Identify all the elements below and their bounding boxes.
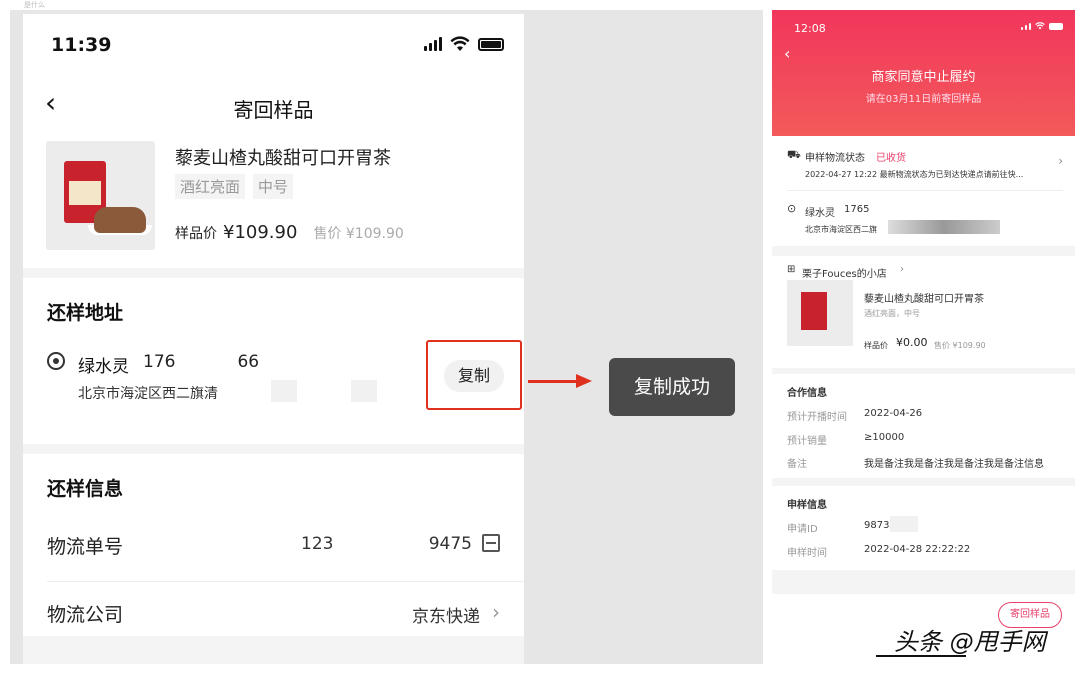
row-label: 申请ID	[787, 524, 818, 535]
signal-icon	[424, 37, 442, 51]
wifi-icon	[1035, 22, 1045, 30]
logistics-detail: 2022-04-27 12:22 最新物流状态为已到达快递点请前往快...	[805, 170, 1024, 179]
chevron-right-icon: ›	[492, 600, 500, 624]
watermark-underline	[876, 655, 966, 657]
section-title: 还样信息	[47, 478, 124, 500]
status-bar: 11:39	[23, 14, 524, 74]
row-value: 9873	[864, 520, 890, 531]
watermark: 头条 @甩手网	[894, 628, 1046, 656]
product-tag: 中号	[253, 174, 294, 199]
signal-icon	[1021, 22, 1031, 30]
redaction-blur	[890, 516, 918, 532]
corner-caption: 是什么	[24, 1, 45, 9]
sample-price-value: ¥0.00	[896, 336, 928, 349]
section-title: 合作信息	[787, 388, 827, 399]
battery-icon	[478, 37, 504, 51]
row-value: 2022-04-26	[864, 408, 923, 419]
logistics-status: 已收货	[876, 153, 906, 164]
product-title: 藜麦山楂丸酸甜可口开胃茶	[864, 294, 984, 305]
row-label: 物流单号	[47, 536, 124, 558]
header-subtitle: 请在03月11日前寄回样品	[865, 94, 982, 105]
cooperation-card: 合作信息 预计开播时间 2022-04-26 预计销量 ≥10000 备注 我是…	[772, 374, 1075, 478]
status-icons	[424, 36, 504, 52]
status-time: 12:08	[794, 22, 826, 35]
address-phone: 176 66	[143, 352, 259, 372]
product-tag: 酒红亮面	[175, 174, 246, 199]
row-label: 申样时间	[787, 548, 827, 559]
sample-price-label: 样品价	[175, 226, 217, 242]
product-tags: 酒红亮面 中号	[175, 174, 294, 199]
address-phone-start: 176	[143, 352, 176, 372]
product-image	[46, 141, 155, 250]
redaction-blur	[271, 380, 297, 402]
redaction-blur	[888, 220, 1000, 234]
product-image	[787, 280, 853, 346]
shop-icon: ⊞	[787, 264, 796, 275]
left-phone-screen: 11:39 ‹ 寄回样品 藜麦山楂丸酸甜可口开胃茶 酒红亮面 中号 样品价 ¥1…	[23, 14, 524, 664]
row-label: 预计销量	[787, 436, 827, 447]
address-name: 绿水灵	[78, 357, 129, 377]
shop-card[interactable]: ⊞ 栗子Fouces的小店 › 藜麦山楂丸酸甜可口开胃茶 酒红亮面，中号 样品价…	[772, 256, 1075, 368]
divider	[787, 190, 1063, 191]
arrow-right-icon	[576, 374, 592, 388]
product-card[interactable]: 藜麦山楂丸酸甜可口开胃茶 酒红亮面 中号 样品价 ¥109.90 售价 ¥109…	[23, 136, 524, 268]
product-title: 藜麦山楂丸酸甜可口开胃茶	[175, 148, 391, 169]
address-phone-end: 66	[237, 352, 260, 372]
row-value: ≥10000	[864, 432, 905, 443]
apply-info-card: 申样信息 申请ID 9873 申样时间 2022-04-28 22:22:22	[772, 486, 1075, 570]
location-pin-icon: ⊙	[787, 202, 797, 215]
row-value: 2022-04-28 22:22:22	[864, 544, 971, 555]
row-label: 备注	[787, 459, 807, 470]
right-phone-screen: 12:08 ‹ 商家同意中止履约 请在03月11日前寄回样品 ⛟ 申样物流状态 …	[772, 10, 1075, 664]
section-title: 还样地址	[47, 302, 124, 324]
shop-name[interactable]: 栗子Fouces的小店	[802, 265, 887, 280]
page-title: 寄回样品	[233, 98, 314, 122]
wifi-icon	[450, 36, 470, 51]
address-name: 绿水灵	[805, 208, 835, 219]
tracking-number-row[interactable]: 物流单号 123 9475	[23, 514, 524, 574]
header-title: 商家同意中止履约	[871, 70, 976, 85]
sale-price: 售价 ¥109.90	[313, 226, 404, 242]
address-phone: 1765	[844, 204, 870, 215]
copy-button[interactable]: 复制	[444, 360, 504, 392]
battery-icon	[1049, 22, 1063, 30]
row-value: 京东快递	[412, 607, 480, 627]
address-detail: 北京市海淀区西二旗	[805, 225, 877, 234]
copy-highlight-box: 复制	[426, 340, 522, 410]
row-label: 物流公司	[47, 604, 124, 626]
arrow-line	[528, 380, 580, 383]
chevron-right-icon[interactable]: ›	[1058, 154, 1063, 168]
address-detail: 北京市海淀区西二旗清	[78, 386, 218, 402]
chevron-right-icon[interactable]: ›	[900, 264, 904, 275]
nav-bar: ‹ 寄回样品	[23, 74, 524, 136]
back-chevron-icon[interactable]: ‹	[784, 44, 790, 63]
scan-icon[interactable]	[482, 534, 500, 552]
tracking-number-end: 9475	[428, 534, 472, 554]
product-sku: 酒红亮面，中号	[864, 309, 920, 318]
return-info-section: 还样信息 物流单号 123 9475 物流公司 京东快递 ›	[23, 454, 524, 636]
truck-icon: ⛟	[787, 148, 801, 161]
redaction-blur	[351, 380, 377, 402]
status-header: 12:08 ‹ 商家同意中止履约 请在03月11日前寄回样品	[772, 10, 1075, 136]
sample-price-label: 样品价	[864, 341, 888, 350]
row-label: 预计开播时间	[787, 412, 847, 423]
tracking-number-start: 123	[301, 534, 334, 554]
logistics-company-row[interactable]: 物流公司 京东快递 ›	[23, 582, 524, 642]
logistics-label: 申样物流状态	[805, 153, 865, 164]
status-time: 11:39	[51, 34, 112, 56]
location-pin-icon	[47, 352, 65, 370]
logistics-card: ⛟ 申样物流状态 已收货 2022-04-27 12:22 最新物流状态为已到达…	[772, 136, 1075, 246]
return-address-section: 还样地址 绿水灵 176 66 北京市海淀区西二旗清 复制	[23, 278, 524, 444]
price-row: 样品价 ¥109.90 售价 ¥109.90	[175, 222, 404, 243]
row-value: 我是备注我是备注我是备注我是备注信息	[864, 459, 1044, 470]
sale-price: 售价 ¥109.90	[934, 341, 986, 350]
copy-success-toast: 复制成功	[609, 358, 735, 416]
sample-price-value: ¥109.90	[223, 222, 298, 243]
section-title: 申样信息	[787, 500, 827, 511]
status-icons	[1021, 22, 1063, 30]
